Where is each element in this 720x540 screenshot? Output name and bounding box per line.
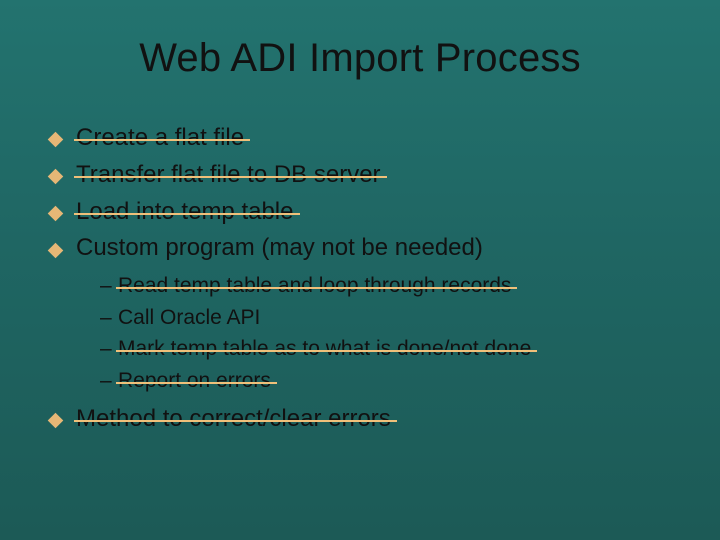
bullet-label: Load into temp table bbox=[76, 198, 294, 225]
sub-bullet-label: Mark temp table as to what is done/not d… bbox=[118, 337, 531, 360]
bullet-item: Custom program (may not be needed) Read t… bbox=[48, 231, 672, 396]
strike-text: Load into temp table bbox=[76, 198, 294, 225]
slide: Web ADI Import Process Create a flat fil… bbox=[0, 0, 720, 540]
bullet-item: Transfer flat file to DB server bbox=[48, 158, 672, 193]
bullet-text: Method to correct/clear errors bbox=[76, 405, 391, 432]
bullet-label: Transfer flat file to DB server bbox=[76, 161, 381, 188]
strike-text: Create a flat file bbox=[76, 124, 244, 151]
sub-bullet-item: Call Oracle API bbox=[100, 302, 672, 334]
sub-bullet-label: Report on errors bbox=[118, 369, 271, 392]
diamond-bullet-icon bbox=[48, 413, 64, 429]
sub-bullet-item: Read temp table and loop through records bbox=[100, 270, 672, 302]
diamond-bullet-icon bbox=[48, 169, 64, 185]
strike-text: Method to correct/clear errors bbox=[76, 405, 391, 432]
strike-text: Report on errors bbox=[118, 369, 271, 392]
bullet-label: Create a flat file bbox=[76, 124, 244, 151]
bullet-list: Create a flat file Transfer flat file to … bbox=[48, 121, 672, 437]
bullet-text: Create a flat file bbox=[76, 124, 244, 151]
bullet-label: Custom program (may not be needed) bbox=[76, 234, 483, 261]
bullet-label: Method to correct/clear errors bbox=[76, 405, 391, 432]
sub-bullet-item: Mark temp table as to what is done/not d… bbox=[100, 333, 672, 365]
bullet-text: Load into temp table bbox=[76, 198, 294, 225]
sub-bullet-label: Read temp table and loop through records bbox=[118, 274, 511, 297]
strike-text: Transfer flat file to DB server bbox=[76, 161, 381, 188]
bullet-text: Custom program (may not be needed) bbox=[76, 234, 483, 261]
bullet-item: Method to correct/clear errors bbox=[48, 402, 672, 437]
diamond-bullet-icon bbox=[48, 242, 64, 258]
bullet-item: Load into temp table bbox=[48, 195, 672, 230]
bullet-text: Transfer flat file to DB server bbox=[76, 161, 381, 188]
strike-text: Mark temp table as to what is done/not d… bbox=[118, 337, 531, 360]
sub-bullet-list: Read temp table and loop through records… bbox=[76, 270, 672, 396]
diamond-bullet-icon bbox=[48, 132, 64, 148]
slide-title: Web ADI Import Process bbox=[48, 36, 672, 81]
sub-bullet-label: Call Oracle API bbox=[118, 306, 260, 329]
bullet-item: Create a flat file bbox=[48, 121, 672, 156]
strike-text: Read temp table and loop through records bbox=[118, 274, 511, 297]
sub-bullet-item: Report on errors bbox=[100, 365, 672, 397]
diamond-bullet-icon bbox=[48, 206, 64, 222]
